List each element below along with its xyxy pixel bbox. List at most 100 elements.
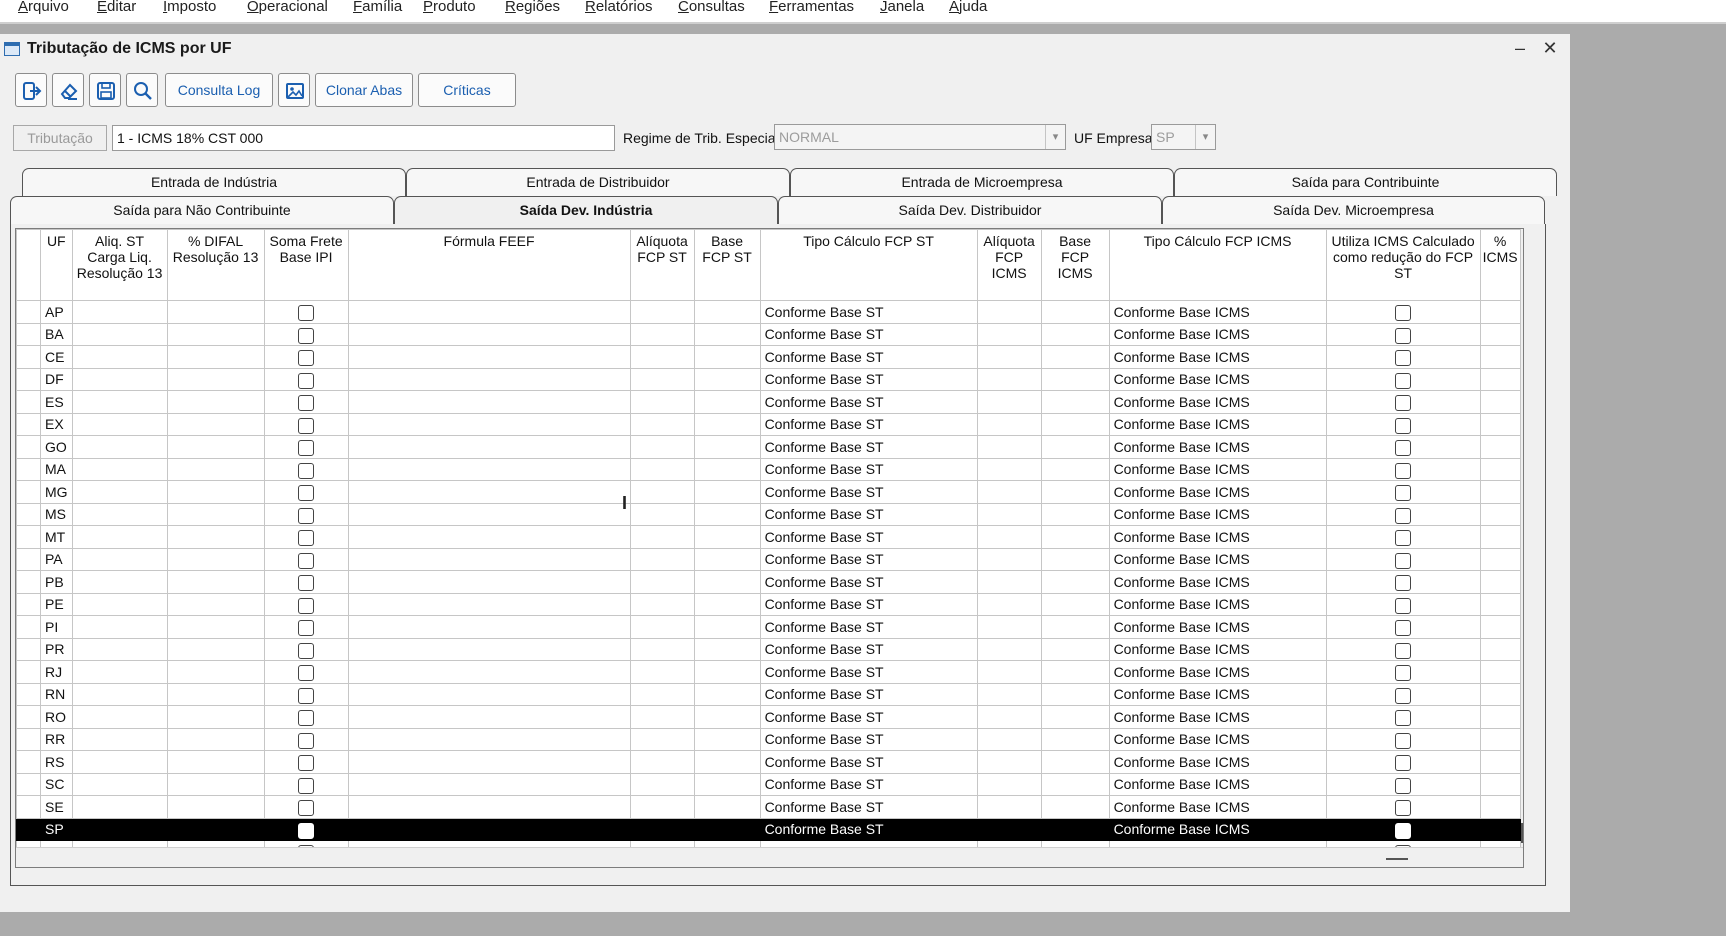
checkbox[interactable] <box>298 305 315 322</box>
checkbox[interactable] <box>1395 575 1412 592</box>
tipo-calculo-fcp-st-cell[interactable]: Conforme Base ST <box>759 412 978 436</box>
menu-consultas[interactable]: Consultas <box>678 0 745 22</box>
base-fcp-st-cell[interactable] <box>693 435 761 459</box>
utiliza-icms-cell[interactable] <box>1325 750 1481 774</box>
base-fcp-st-cell[interactable] <box>693 817 761 841</box>
tipo-calculo-fcp-st-cell[interactable]: Conforme Base ST <box>759 795 978 819</box>
aliq-st-cell[interactable] <box>71 570 168 594</box>
aliq-st-cell[interactable] <box>71 345 168 369</box>
tipo-calculo-fcp-st-cell[interactable]: Conforme Base ST <box>759 300 978 324</box>
base-fcp-icms-cell[interactable] <box>1040 795 1110 819</box>
tipo-calculo-fcp-st-cell[interactable]: Conforme Base ST <box>759 727 978 751</box>
base-fcp-icms-cell[interactable] <box>1040 817 1110 841</box>
table-row[interactable]: PE Conforme Base ST Conforme Base ICMS <box>16 592 1521 616</box>
menu-ferramentas[interactable]: Ferramentas <box>769 0 854 22</box>
aliquota-fcp-st-cell[interactable] <box>629 750 695 774</box>
soma-frete-cell[interactable] <box>263 750 349 774</box>
table-row[interactable]: RS Conforme Base ST Conforme Base ICMS <box>16 750 1521 774</box>
base-fcp-icms-cell[interactable] <box>1040 547 1110 571</box>
difal-cell[interactable] <box>166 727 265 751</box>
checkbox[interactable] <box>298 372 315 389</box>
aliquota-fcp-st-cell[interactable] <box>629 615 695 639</box>
col-header-soma-frete[interactable]: Soma Frete Base IPI <box>263 229 349 301</box>
table-row[interactable]: RN Conforme Base ST Conforme Base ICMS <box>16 682 1521 706</box>
aliq-st-cell[interactable] <box>71 367 168 391</box>
tipo-calculo-fcp-icms-cell[interactable]: Conforme Base ICMS <box>1108 795 1327 819</box>
aliq-st-cell[interactable] <box>71 727 168 751</box>
aliquota-fcp-icms-cell[interactable] <box>976 367 1042 391</box>
soma-frete-cell[interactable] <box>263 322 349 346</box>
checkbox[interactable] <box>1395 417 1412 434</box>
aliquota-fcp-icms-cell[interactable] <box>976 457 1042 481</box>
aliq-st-cell[interactable] <box>71 525 168 549</box>
tipo-calculo-fcp-icms-cell[interactable]: Conforme Base ICMS <box>1108 457 1327 481</box>
aliquota-fcp-icms-cell[interactable] <box>976 435 1042 459</box>
perc-icms-cell[interactable] <box>1479 570 1521 594</box>
checkbox[interactable] <box>1395 305 1412 322</box>
checkbox[interactable] <box>1395 755 1412 772</box>
checkbox[interactable] <box>298 350 315 367</box>
tab-saida-dev-industria[interactable]: Saída Dev. Indústria <box>394 196 778 224</box>
difal-cell[interactable] <box>166 637 265 661</box>
col-header-tipo-calculo-fcp-st[interactable]: Tipo Cálculo FCP ST <box>759 229 978 301</box>
difal-cell[interactable] <box>166 322 265 346</box>
difal-cell[interactable] <box>166 525 265 549</box>
checkbox[interactable] <box>298 327 315 344</box>
menu-imposto[interactable]: Imposto <box>163 0 216 22</box>
perc-icms-cell[interactable] <box>1479 547 1521 571</box>
base-fcp-st-cell[interactable] <box>693 390 761 414</box>
tipo-calculo-fcp-st-cell[interactable]: Conforme Base ST <box>759 705 978 729</box>
tipo-calculo-fcp-icms-cell[interactable]: Conforme Base ICMS <box>1108 817 1327 841</box>
perc-icms-cell[interactable] <box>1479 345 1521 369</box>
tipo-calculo-fcp-st-cell[interactable]: Conforme Base ST <box>759 660 978 684</box>
aliq-st-cell[interactable] <box>71 480 168 504</box>
tipo-calculo-fcp-icms-cell[interactable]: Conforme Base ICMS <box>1108 660 1327 684</box>
formula-feef-cell[interactable] <box>347 817 631 841</box>
perc-icms-cell[interactable] <box>1479 705 1521 729</box>
formula-feef-cell[interactable] <box>347 502 631 526</box>
formula-feef-cell[interactable] <box>347 682 631 706</box>
aliquota-fcp-st-cell[interactable] <box>629 547 695 571</box>
checkbox[interactable] <box>1395 800 1412 817</box>
aliquota-fcp-st-cell[interactable] <box>629 772 695 796</box>
utiliza-icms-cell[interactable] <box>1325 660 1481 684</box>
aliquota-fcp-icms-cell[interactable] <box>976 412 1042 436</box>
tipo-calculo-fcp-icms-cell[interactable]: Conforme Base ICMS <box>1108 525 1327 549</box>
utiliza-icms-cell[interactable] <box>1325 772 1481 796</box>
menu-janela[interactable]: Janela <box>880 0 924 22</box>
checkbox[interactable] <box>298 755 315 772</box>
aliquota-fcp-icms-cell[interactable] <box>976 570 1042 594</box>
criticas-button[interactable]: Críticas <box>418 73 516 107</box>
base-fcp-icms-cell[interactable] <box>1040 322 1110 346</box>
tipo-calculo-fcp-icms-cell[interactable]: Conforme Base ICMS <box>1108 637 1327 661</box>
difal-cell[interactable] <box>166 750 265 774</box>
base-fcp-icms-cell[interactable] <box>1040 457 1110 481</box>
aliq-st-cell[interactable] <box>71 592 168 616</box>
base-fcp-icms-cell[interactable] <box>1040 750 1110 774</box>
checkbox[interactable] <box>298 575 315 592</box>
aliquota-fcp-icms-cell[interactable] <box>976 592 1042 616</box>
aliquota-fcp-st-cell[interactable] <box>629 390 695 414</box>
formula-feef-cell[interactable] <box>347 772 631 796</box>
table-row[interactable]: EX Conforme Base ST Conforme Base ICMS <box>16 412 1521 436</box>
tipo-calculo-fcp-st-cell[interactable]: Conforme Base ST <box>759 525 978 549</box>
aliquota-fcp-icms-cell[interactable] <box>976 750 1042 774</box>
aliquota-fcp-st-cell[interactable] <box>629 435 695 459</box>
aliquota-fcp-icms-cell[interactable] <box>976 705 1042 729</box>
menu-ajuda[interactable]: Ajuda <box>949 0 987 22</box>
aliquota-fcp-st-cell[interactable] <box>629 570 695 594</box>
formula-feef-cell[interactable] <box>347 660 631 684</box>
tab-entrada-industria[interactable]: Entrada de Indústria <box>22 168 406 196</box>
aliquota-fcp-icms-cell[interactable] <box>976 390 1042 414</box>
formula-feef-cell[interactable] <box>347 367 631 391</box>
formula-feef-cell[interactable] <box>347 637 631 661</box>
aliq-st-cell[interactable] <box>71 457 168 481</box>
tab-entrada-microempresa[interactable]: Entrada de Microempresa <box>790 168 1174 196</box>
checkbox[interactable] <box>298 732 315 749</box>
tipo-calculo-fcp-icms-cell[interactable]: Conforme Base ICMS <box>1108 480 1327 504</box>
table-row[interactable]: BA Conforme Base ST Conforme Base ICMS <box>16 322 1521 346</box>
checkbox[interactable] <box>1395 777 1412 794</box>
aliquota-fcp-st-cell[interactable] <box>629 367 695 391</box>
difal-cell[interactable] <box>166 615 265 639</box>
tipo-calculo-fcp-st-cell[interactable]: Conforme Base ST <box>759 390 978 414</box>
